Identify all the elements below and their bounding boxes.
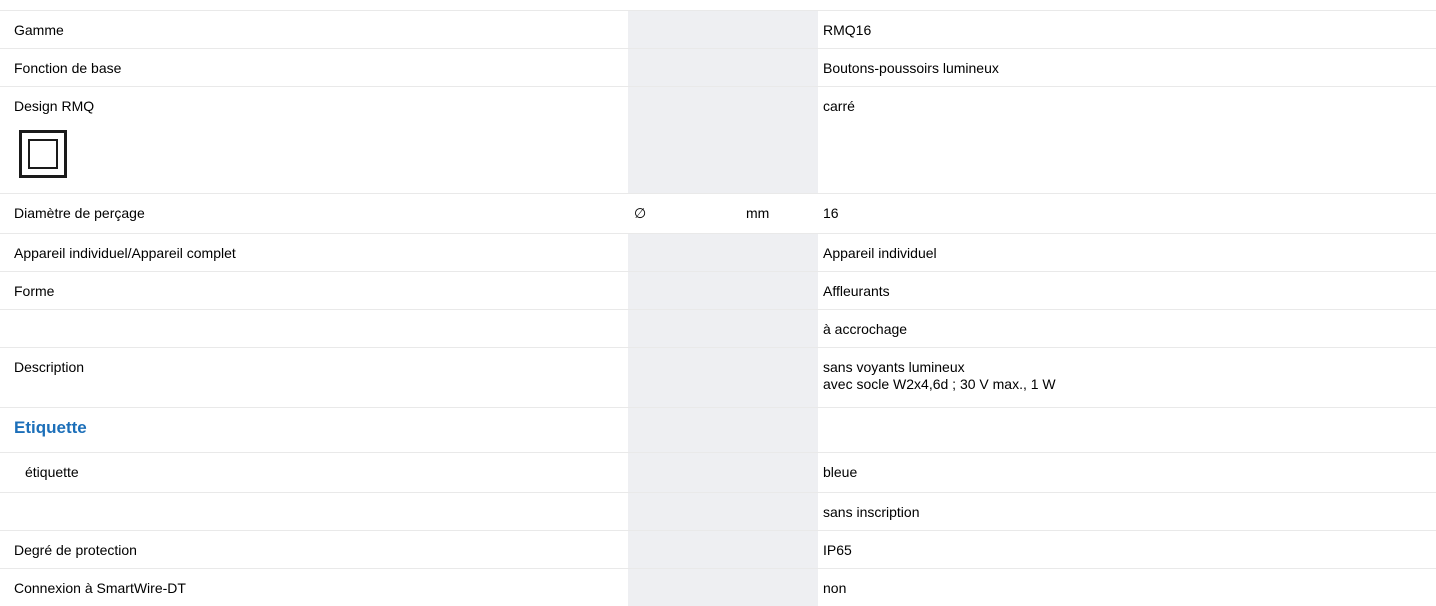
row-symbol — [628, 408, 743, 452]
square-design-icon — [19, 130, 67, 178]
row-unit — [743, 234, 818, 271]
spec-table: Gamme RMQ16 Fonction de base Boutons-pou… — [0, 10, 1436, 606]
row-symbol — [628, 49, 743, 86]
row-symbol — [628, 234, 743, 271]
row-value: sans voyants lumineux avec socle W2x4,6d… — [818, 348, 1436, 407]
spec-row-gamme: Gamme RMQ16 — [0, 10, 1436, 48]
description-line-2: avec socle W2x4,6d ; 30 V max., 1 W — [823, 376, 1056, 392]
row-unit — [743, 272, 818, 309]
row-label: Description — [14, 359, 85, 375]
row-value: non — [823, 580, 847, 596]
row-label — [0, 493, 628, 530]
row-label: Degré de protection — [14, 542, 137, 558]
row-symbol — [628, 87, 743, 193]
row-label: Appareil individuel/Appareil complet — [14, 245, 236, 261]
spec-row-forme-2: à accrochage — [0, 309, 1436, 347]
row-value: RMQ16 — [823, 22, 872, 38]
spec-sheet: Gamme RMQ16 Fonction de base Boutons-pou… — [0, 0, 1436, 606]
row-value: 16 — [823, 205, 839, 221]
spec-row-design: Design RMQ carré — [0, 86, 1436, 193]
row-symbol — [628, 11, 743, 48]
spec-row-diametre: Diamètre de perçage ∅ mm 16 — [0, 193, 1436, 233]
section-title: Etiquette — [14, 418, 87, 437]
spec-row-protection: Degré de protection IP65 — [0, 530, 1436, 568]
row-unit — [743, 493, 818, 530]
row-label: Design RMQ — [14, 98, 95, 114]
row-label — [0, 310, 628, 347]
row-unit — [743, 49, 818, 86]
row-value — [818, 408, 1436, 452]
row-label-cell: Design RMQ — [0, 87, 628, 193]
spec-row-etiquette: étiquette bleue — [0, 452, 1436, 492]
row-unit: mm — [743, 194, 818, 233]
row-value: carré — [823, 98, 855, 114]
diameter-symbol: ∅ — [628, 194, 743, 233]
row-symbol — [628, 272, 743, 309]
row-symbol — [628, 453, 743, 492]
row-symbol — [628, 531, 743, 568]
row-unit — [743, 408, 818, 452]
row-unit — [743, 348, 818, 407]
row-unit — [743, 310, 818, 347]
row-label: étiquette — [25, 464, 79, 480]
description-line-1: sans voyants lumineux — [823, 359, 965, 375]
row-label: Gamme — [14, 22, 64, 38]
row-label: Fonction de base — [14, 60, 122, 76]
spec-row-etiquette-2: sans inscription — [0, 492, 1436, 530]
spec-row-fonction: Fonction de base Boutons-poussoirs lumin… — [0, 48, 1436, 86]
row-value: à accrochage — [823, 321, 908, 337]
row-value: Affleurants — [823, 283, 890, 299]
spec-row-smartwire: Connexion à SmartWire-DT non — [0, 568, 1436, 606]
row-value: sans inscription — [823, 504, 920, 520]
row-symbol — [628, 569, 743, 606]
row-unit — [743, 531, 818, 568]
section-header-etiquette: Etiquette — [0, 407, 1436, 452]
row-label: Connexion à SmartWire-DT — [14, 580, 186, 596]
row-label: Diamètre de perçage — [14, 205, 145, 221]
row-unit — [743, 453, 818, 492]
row-value: Boutons-poussoirs lumineux — [823, 60, 999, 76]
row-unit — [743, 11, 818, 48]
row-label: Forme — [14, 283, 55, 299]
row-unit — [743, 569, 818, 606]
row-symbol — [628, 348, 743, 407]
row-symbol — [628, 310, 743, 347]
spec-row-forme: Forme Affleurants — [0, 271, 1436, 309]
row-symbol — [628, 493, 743, 530]
row-value: Appareil individuel — [823, 245, 937, 261]
spec-row-description: Description sans voyants lumineux avec s… — [0, 347, 1436, 407]
row-value: bleue — [823, 464, 858, 480]
spec-row-appareil: Appareil individuel/Appareil complet App… — [0, 233, 1436, 271]
row-value: IP65 — [823, 542, 852, 558]
row-unit — [743, 87, 818, 193]
